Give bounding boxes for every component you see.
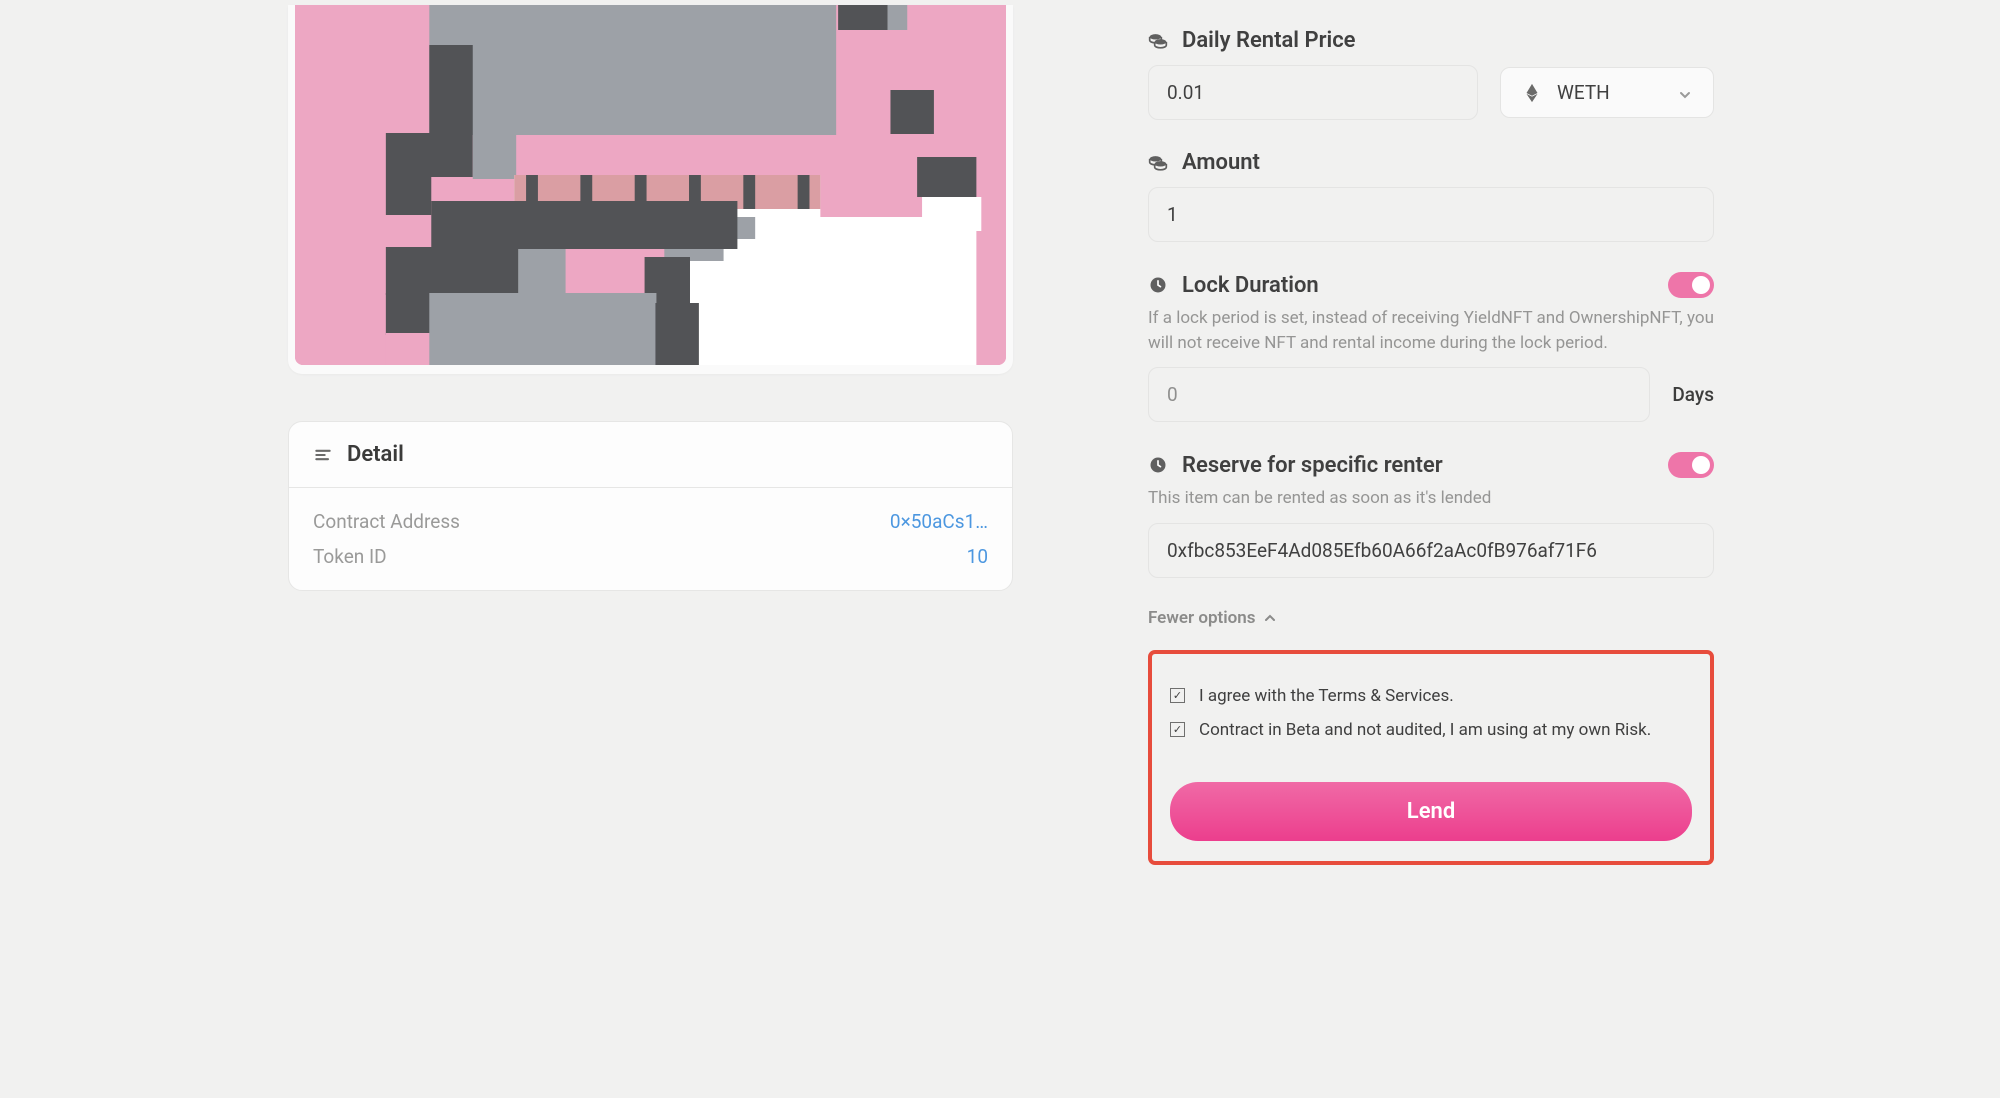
eth-icon [1521, 82, 1543, 104]
nft-image-card [288, 5, 1013, 374]
nft-image [295, 5, 1006, 365]
detail-icon [313, 445, 333, 465]
chevron-down-icon [1677, 85, 1693, 101]
clock-icon [1148, 455, 1168, 475]
contract-address-link[interactable]: 0×50aCs1… [890, 510, 988, 533]
beta-checkbox[interactable]: ✓ [1170, 722, 1185, 737]
coins-icon [1148, 153, 1168, 173]
beta-label: Contract in Beta and not audited, I am u… [1199, 720, 1651, 740]
currency-label: WETH [1557, 81, 1663, 104]
terms-label: I agree with the Terms & Services. [1199, 686, 1454, 706]
amount-input[interactable] [1148, 187, 1714, 242]
table-row: Token ID 10 [313, 545, 988, 568]
detail-card: Detail Contract Address 0×50aCs1… Token … [288, 421, 1013, 591]
chevron-up-icon [1262, 610, 1278, 626]
price-label: Daily Rental Price [1182, 28, 1356, 53]
fewer-options-label: Fewer options [1148, 608, 1256, 628]
currency-select[interactable]: WETH [1500, 67, 1714, 118]
token-id-link[interactable]: 10 [967, 545, 988, 568]
terms-checkbox[interactable]: ✓ [1170, 688, 1185, 703]
detail-title: Detail [347, 442, 404, 467]
token-id-label: Token ID [313, 545, 387, 568]
fewer-options-toggle[interactable]: Fewer options [1148, 608, 1714, 628]
clock-icon [1148, 275, 1168, 295]
reserve-help: This item can be rented as soon as it's … [1148, 486, 1714, 511]
reserve-toggle[interactable] [1668, 452, 1714, 478]
table-row: Contract Address 0×50aCs1… [313, 510, 988, 533]
reserve-label: Reserve for specific renter [1182, 453, 1443, 478]
lock-duration-toggle[interactable] [1668, 272, 1714, 298]
lend-form: Daily Rental Price WETH Amount [1148, 28, 1714, 865]
coins-icon [1148, 31, 1168, 51]
amount-label: Amount [1182, 150, 1260, 175]
lend-button[interactable]: Lend [1170, 782, 1692, 841]
contract-address-label: Contract Address [313, 510, 460, 533]
lock-duration-help: If a lock period is set, instead of rece… [1148, 306, 1714, 355]
price-input[interactable] [1148, 65, 1478, 120]
lock-duration-label: Lock Duration [1182, 273, 1319, 298]
days-label: Days [1672, 383, 1714, 406]
reserve-input[interactable] [1148, 523, 1714, 578]
lock-duration-input[interactable] [1148, 367, 1650, 422]
confirm-highlight: ✓ I agree with the Terms & Services. ✓ C… [1148, 650, 1714, 865]
